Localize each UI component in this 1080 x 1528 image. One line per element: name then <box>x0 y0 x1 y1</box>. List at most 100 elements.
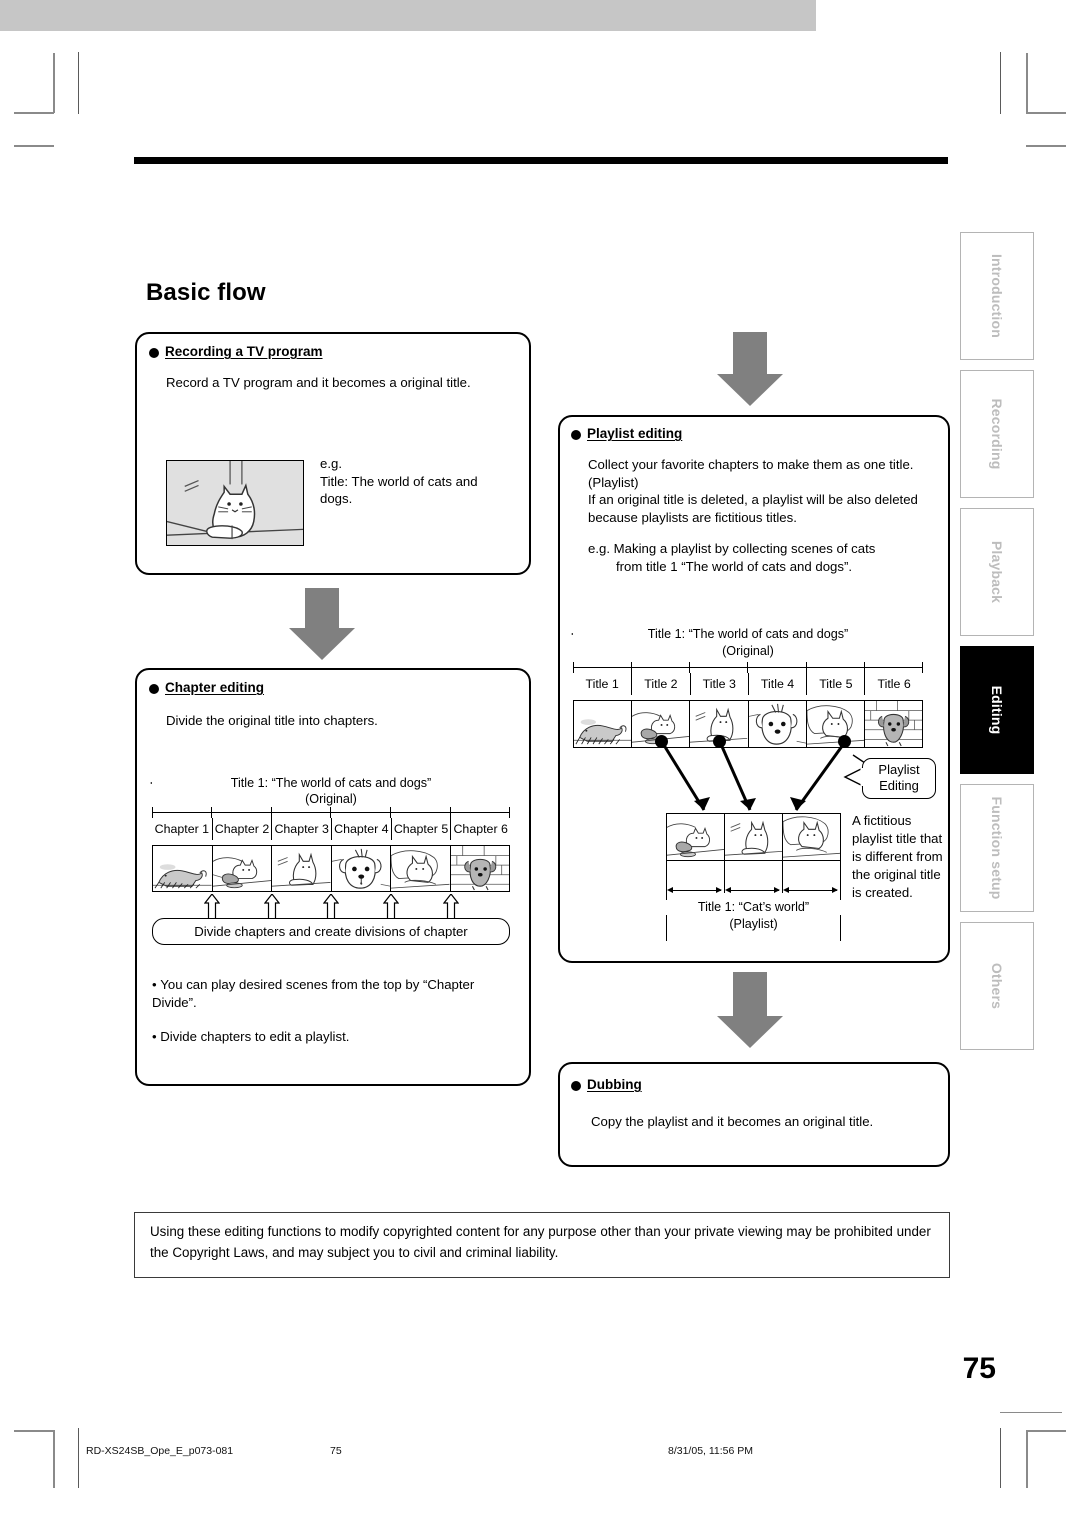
sidebar-item-label: Introduction <box>989 253 1005 339</box>
playlist-editing-callout: Playlist Editing <box>862 758 936 799</box>
playlist-callout-line2: Editing <box>879 778 919 793</box>
chapter-tick <box>152 807 153 818</box>
crop-mark-top-left-h2 <box>14 145 54 147</box>
chapter-bullet-item: • You can play desired scenes from the t… <box>152 976 512 1011</box>
playlist-result-thumbnail-cat-bowl <box>667 814 724 860</box>
recording-thumbnail <box>166 460 304 546</box>
top-black-rule <box>134 157 948 164</box>
playlist-result-seg-cap <box>667 887 673 893</box>
crop-mark-top-right-v <box>1026 53 1028 113</box>
crop-mark-top-right-h <box>1026 112 1066 114</box>
chapter-segment-label: Chapter 4 <box>331 818 391 840</box>
footer-timestamp: 8/31/05, 11:56 PM <box>668 1445 754 1457</box>
chapter-tick <box>330 807 331 818</box>
playlist-result-thumbnail-cat-sitting <box>724 814 782 860</box>
chapter-segment-row: Chapter 1 Chapter 2 Chapter 3 Chapter 4 … <box>152 818 510 840</box>
sidebar-item-function-setup[interactable]: Function setup <box>960 784 1034 912</box>
playlist-tick <box>631 662 632 673</box>
chapter-divide-up-arrow <box>383 894 399 920</box>
playlist-result-thumbnail-cat-pillow <box>782 814 840 860</box>
playlist-tick <box>689 662 690 673</box>
bullet-dot-chapter <box>149 684 159 694</box>
copyright-notice-text: Using these editing functions to modify … <box>150 1224 931 1260</box>
footer-filename: RD-XS24SB_Ope_E_p073-081 <box>86 1445 234 1457</box>
flow-arrow-to-playlist <box>716 332 784 408</box>
playlist-segment-label: Title 1 <box>585 677 619 691</box>
chapter-segment-label: Chapter 6 <box>450 818 510 840</box>
chapter-bullet-text: You can play desired scenes from the top… <box>152 977 475 1010</box>
chapter-segment-label: Chapter 5 <box>390 818 451 840</box>
crop-mark-bottom-right-v2 <box>1000 1428 1002 1488</box>
chapter-thumbnail-strip <box>152 845 510 892</box>
sidebar-item-introduction[interactable]: Introduction <box>960 232 1034 360</box>
sidebar-item-recording[interactable]: Recording <box>960 370 1034 498</box>
chapter-divide-caption: Divide chapters and create divisions of … <box>152 918 510 945</box>
playlist-callout-line1: Playlist <box>878 762 920 777</box>
sidebar-item-playback[interactable]: Playback <box>960 508 1034 636</box>
sidebar-item-label: Recording <box>989 398 1005 470</box>
chapter-tick <box>509 807 510 818</box>
chapter-thumbnail-cat-pillow <box>390 846 450 891</box>
sidebar-item-editing[interactable]: Editing <box>960 646 1034 774</box>
playlist-tick <box>747 662 748 673</box>
section-title-recording: Recording a TV program <box>165 344 323 359</box>
playlist-result-seg-cap <box>774 887 780 893</box>
chapter-divide-up-arrow <box>264 894 280 920</box>
chapter-thumbnail-cat-sitting <box>271 846 331 891</box>
chapter-timeline-subtitle: (Original) <box>305 792 357 806</box>
flow-arrow-to-dubbing <box>716 972 784 1050</box>
chapter-thumbnail-puppy-wall <box>449 846 509 891</box>
playlist-segment-label: Title 5 <box>806 673 864 695</box>
playlist-result-seg-cap <box>783 887 789 893</box>
playlist-segment-row: Title 1 Title 2 Title 3 Title 4 Title 5 … <box>573 673 923 695</box>
bullet-dot-dubbing <box>571 1081 581 1091</box>
crop-mark-bottom-left-h <box>14 1430 54 1432</box>
playlist-result-seg-cap <box>725 887 731 893</box>
playlist-result-seg-line <box>727 890 779 891</box>
playlist-timeline-subtitle: (Original) <box>722 644 774 658</box>
chapter-tick <box>390 807 391 818</box>
page-number: 75 <box>962 1352 996 1385</box>
crop-mark-top-right-v2 <box>1000 52 1002 114</box>
chapter-segment-label: Chapter 2 <box>211 818 272 840</box>
bullet-dot-playlist <box>571 430 581 440</box>
playlist-result-seg-line <box>669 890 721 891</box>
playlist-result-subtitle: (Playlist) <box>729 917 778 931</box>
chapter-divide-up-arrow <box>323 894 339 920</box>
sidebar-item-label: Playback <box>989 540 1005 604</box>
playlist-tick-rule <box>573 667 923 668</box>
crop-mark-bottom-right-v <box>1026 1430 1028 1488</box>
playlist-body-p3: e.g. Making a playlist by collecting sce… <box>588 541 876 556</box>
playlist-result-title: Title 1: “Cat’s world” <box>666 900 841 915</box>
playlist-segment-label: Title 2 <box>631 673 689 695</box>
crop-mark-top-left-v <box>53 53 55 113</box>
playlist-tick <box>806 662 807 673</box>
playlist-segment-label: Title 3 <box>689 673 748 695</box>
crop-mark-bottom-left-v <box>53 1430 55 1488</box>
flow-arrow-recording-to-chapter <box>288 588 356 660</box>
sidebar-item-others[interactable]: Others <box>960 922 1034 1050</box>
chapter-bullet-text: Divide chapters to edit a playlist. <box>160 1029 350 1044</box>
section-title-dubbing: Dubbing <box>587 1077 642 1092</box>
chapter-tick-rule <box>152 812 510 813</box>
playlist-timeline-title: Title 1: “The world of cats and dogs” <box>573 627 923 642</box>
playlist-segment-label: Title 6 <box>864 673 922 695</box>
playlist-result-seg-cap <box>832 887 838 893</box>
crop-mark-top-right-h2 <box>1026 145 1066 147</box>
crop-mark-top-left-v2 <box>78 52 80 114</box>
chapter-tick <box>211 807 212 818</box>
chapter-thumbnail-dog-grass <box>153 846 212 891</box>
sidebar-item-label: Function setup <box>989 796 1005 900</box>
chapter-tick <box>450 807 451 818</box>
playlist-tick <box>864 662 865 673</box>
playlist-result-seg-line <box>785 890 837 891</box>
recording-example-text: e.g. Title: The world of cats and dogs. <box>320 456 478 507</box>
playlist-body-p3b: from title 1 “The world of cats and dogs… <box>616 559 853 574</box>
section-body-chapter: Divide the original title into chapters. <box>166 713 378 728</box>
section-body-dubbing: Copy the playlist and it becomes an orig… <box>591 1114 874 1129</box>
bullet-dot-recording <box>149 348 159 358</box>
playlist-side-note: A fictitious playlist title that is diff… <box>852 813 943 900</box>
crop-mark-bottom-right-h <box>1026 1430 1066 1432</box>
page-title: Basic flow <box>146 279 266 306</box>
chapter-bullet-item: • Divide chapters to edit a playlist. <box>152 1028 512 1046</box>
